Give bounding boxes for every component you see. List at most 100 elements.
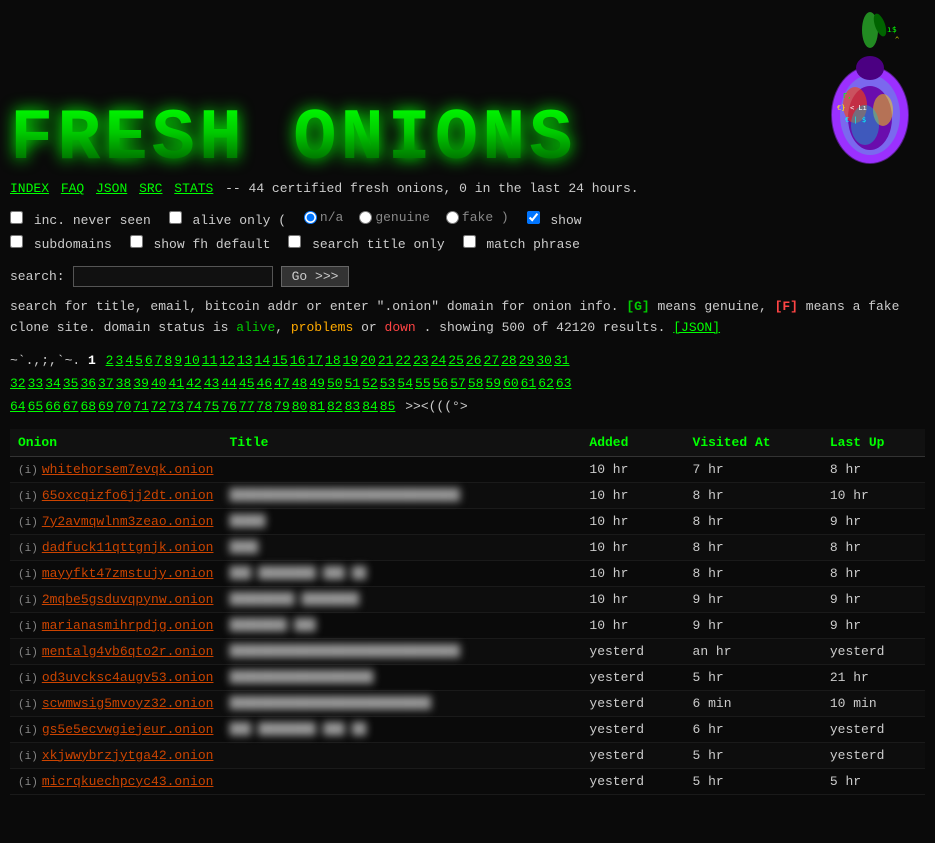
pagination-page-13[interactable]: 13 bbox=[237, 353, 253, 368]
pagination-page-43[interactable]: 43 bbox=[204, 376, 220, 391]
pagination-page-34[interactable]: 34 bbox=[45, 376, 61, 391]
nav-index[interactable]: INDEX bbox=[10, 181, 49, 196]
pagination-page-85[interactable]: 85 bbox=[380, 399, 396, 414]
pagination-page-53[interactable]: 53 bbox=[380, 376, 396, 391]
onion-link[interactable]: dadfuck11qttgnjk.onion bbox=[42, 540, 214, 555]
pagination-page-58[interactable]: 58 bbox=[468, 376, 484, 391]
pagination-page-67[interactable]: 67 bbox=[63, 399, 79, 414]
onion-link[interactable]: xkjwwybrzjytga42.onion bbox=[42, 748, 214, 763]
pagination-page-25[interactable]: 25 bbox=[448, 353, 464, 368]
info-link[interactable]: (i) bbox=[18, 751, 38, 763]
pagination-page-64[interactable]: 64 bbox=[10, 399, 26, 414]
onion-link[interactable]: od3uvcksc4augv53.onion bbox=[42, 670, 214, 685]
info-link[interactable]: (i) bbox=[18, 725, 38, 737]
pagination-page-19[interactable]: 19 bbox=[343, 353, 359, 368]
radio-na[interactable]: n/a bbox=[304, 206, 343, 229]
option-match-phrase[interactable]: match phrase bbox=[463, 237, 580, 252]
pagination-page-37[interactable]: 37 bbox=[98, 376, 114, 391]
pagination-page-44[interactable]: 44 bbox=[221, 376, 237, 391]
pagination-page-61[interactable]: 61 bbox=[521, 376, 537, 391]
checkbox-search-title[interactable] bbox=[288, 235, 301, 248]
radio-fake[interactable]: fake ) bbox=[446, 206, 509, 229]
pagination-page-10[interactable]: 10 bbox=[184, 353, 200, 368]
pagination-page-72[interactable]: 72 bbox=[151, 399, 167, 414]
pagination-page-27[interactable]: 27 bbox=[484, 353, 500, 368]
pagination-page-14[interactable]: 14 bbox=[255, 353, 271, 368]
pagination-page-17[interactable]: 17 bbox=[307, 353, 323, 368]
info-link[interactable]: (i) bbox=[18, 491, 38, 503]
pagination-page-36[interactable]: 36 bbox=[80, 376, 96, 391]
pagination-page-57[interactable]: 57 bbox=[450, 376, 466, 391]
pagination-page-68[interactable]: 68 bbox=[80, 399, 96, 414]
pagination-page-22[interactable]: 22 bbox=[395, 353, 411, 368]
radio-input-fake[interactable] bbox=[446, 211, 459, 224]
pagination-page-29[interactable]: 29 bbox=[519, 353, 535, 368]
pagination-page-40[interactable]: 40 bbox=[151, 376, 167, 391]
checkbox-alive-only[interactable] bbox=[169, 211, 182, 224]
pagination-page-26[interactable]: 26 bbox=[466, 353, 482, 368]
info-link[interactable]: (i) bbox=[18, 595, 38, 607]
pagination-page-56[interactable]: 56 bbox=[433, 376, 449, 391]
info-link[interactable]: (i) bbox=[18, 517, 38, 529]
pagination-page-41[interactable]: 41 bbox=[168, 376, 184, 391]
pagination-page-81[interactable]: 81 bbox=[309, 399, 325, 414]
pagination-page-50[interactable]: 50 bbox=[327, 376, 343, 391]
info-link[interactable]: (i) bbox=[18, 647, 38, 659]
info-link[interactable]: (i) bbox=[18, 543, 38, 555]
pagination-page-74[interactable]: 74 bbox=[186, 399, 202, 414]
pagination-page-63[interactable]: 63 bbox=[556, 376, 572, 391]
pagination-page-45[interactable]: 45 bbox=[239, 376, 255, 391]
option-show-fh-default[interactable]: show fh default bbox=[130, 237, 279, 252]
info-link[interactable]: (i) bbox=[18, 777, 38, 789]
nav-src[interactable]: SRC bbox=[139, 181, 162, 196]
pagination-page-71[interactable]: 71 bbox=[133, 399, 149, 414]
pagination-page-54[interactable]: 54 bbox=[397, 376, 413, 391]
pagination-page-23[interactable]: 23 bbox=[413, 353, 429, 368]
pagination-page-82[interactable]: 82 bbox=[327, 399, 343, 414]
pagination-page-11[interactable]: 11 bbox=[202, 353, 218, 368]
pagination-page-20[interactable]: 20 bbox=[360, 353, 376, 368]
checkbox-match-phrase[interactable] bbox=[463, 235, 476, 248]
onion-link[interactable]: mayyfkt47zmstujy.onion bbox=[42, 566, 214, 581]
pagination-page-75[interactable]: 75 bbox=[204, 399, 220, 414]
pagination-page-48[interactable]: 48 bbox=[292, 376, 308, 391]
nav-json[interactable]: JSON bbox=[96, 181, 127, 196]
pagination-page-8[interactable]: 8 bbox=[165, 353, 173, 368]
option-show-subdomains[interactable]: subdomains bbox=[10, 237, 120, 252]
pagination-page-59[interactable]: 59 bbox=[485, 376, 501, 391]
pagination-page-70[interactable]: 70 bbox=[116, 399, 132, 414]
pagination-page-73[interactable]: 73 bbox=[168, 399, 184, 414]
pagination-page-39[interactable]: 39 bbox=[133, 376, 149, 391]
pagination-page-33[interactable]: 33 bbox=[28, 376, 44, 391]
pagination-page-65[interactable]: 65 bbox=[28, 399, 44, 414]
pagination-page-62[interactable]: 62 bbox=[538, 376, 554, 391]
search-button[interactable]: Go >>> bbox=[281, 266, 350, 287]
onion-link[interactable]: whitehorsem7evqk.onion bbox=[42, 462, 214, 477]
info-link[interactable]: (i) bbox=[18, 673, 38, 685]
search-input[interactable] bbox=[73, 266, 273, 287]
checkbox-fh-default[interactable] bbox=[130, 235, 143, 248]
pagination-page-76[interactable]: 76 bbox=[221, 399, 237, 414]
pagination-page-80[interactable]: 80 bbox=[292, 399, 308, 414]
pagination-page-83[interactable]: 83 bbox=[345, 399, 361, 414]
pagination-page-4[interactable]: 4 bbox=[125, 353, 133, 368]
pagination-page-69[interactable]: 69 bbox=[98, 399, 114, 414]
pagination-page-38[interactable]: 38 bbox=[116, 376, 132, 391]
pagination-page-6[interactable]: 6 bbox=[145, 353, 153, 368]
pagination-page-60[interactable]: 60 bbox=[503, 376, 519, 391]
nav-faq[interactable]: FAQ bbox=[61, 181, 84, 196]
pagination-page-55[interactable]: 55 bbox=[415, 376, 431, 391]
pagination-page-16[interactable]: 16 bbox=[290, 353, 306, 368]
onion-link[interactable]: marianasmihrpdjg.onion bbox=[42, 618, 214, 633]
pagination-page-2[interactable]: 2 bbox=[106, 353, 114, 368]
onion-link[interactable]: gs5e5ecvwgiejeur.onion bbox=[42, 722, 214, 737]
pagination-page-51[interactable]: 51 bbox=[345, 376, 361, 391]
pagination-page-30[interactable]: 30 bbox=[536, 353, 552, 368]
pagination-page-9[interactable]: 9 bbox=[174, 353, 182, 368]
radio-input-na[interactable] bbox=[304, 211, 317, 224]
onion-link[interactable]: micrqkuechpcyc43.onion bbox=[42, 774, 214, 789]
pagination-page-12[interactable]: 12 bbox=[219, 353, 235, 368]
option-show-checked[interactable]: show bbox=[527, 213, 582, 228]
pagination-page-35[interactable]: 35 bbox=[63, 376, 79, 391]
option-inc-never-seen[interactable]: inc. never seen bbox=[10, 213, 159, 228]
